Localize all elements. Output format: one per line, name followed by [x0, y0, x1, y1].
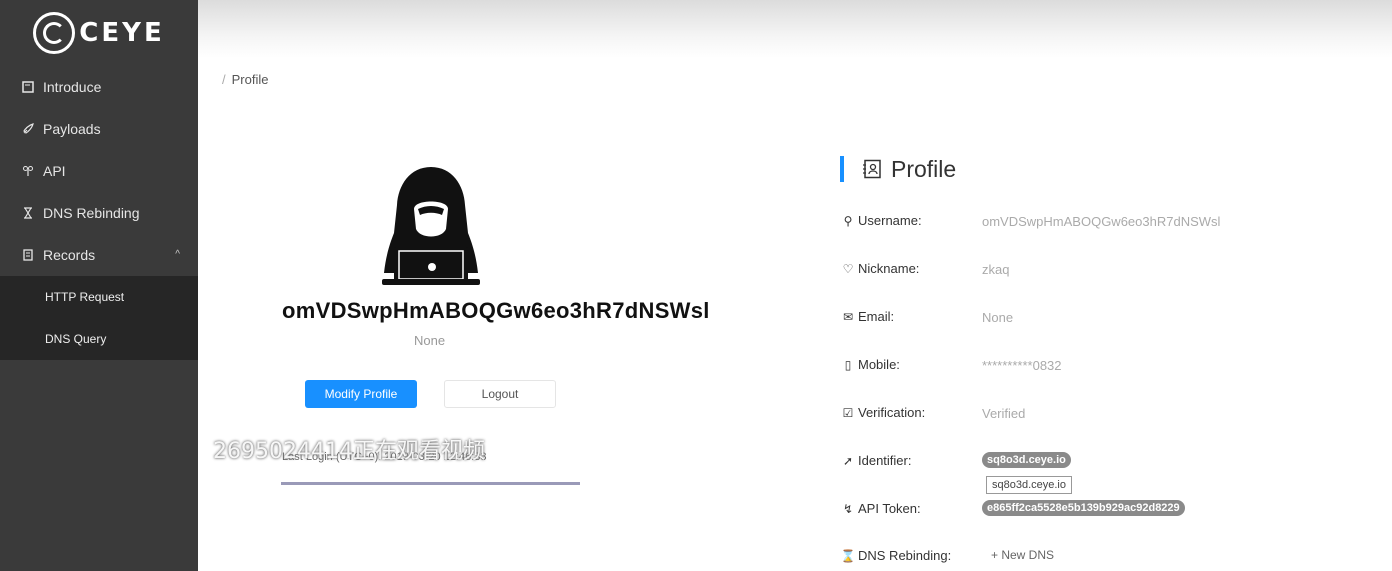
profile-card-icon — [863, 159, 881, 179]
breadcrumb-separator: / — [222, 72, 226, 87]
identifier-value[interactable]: sq8o3d.ceye.io — [982, 452, 1071, 468]
user-icon: ⚲ — [843, 213, 853, 228]
heart-icon: ♡ — [842, 261, 854, 276]
document-icon — [21, 80, 35, 94]
sidebar-item-label: API — [43, 163, 66, 179]
identifier-tooltip: sq8o3d.ceye.io — [986, 476, 1072, 494]
sidebar-item-payloads[interactable]: Payloads — [0, 108, 198, 150]
breadcrumb: / Profile — [222, 72, 268, 87]
sidebar-item-dns-rebinding[interactable]: DNS Rebinding — [0, 192, 198, 234]
verification-label: ☑ Verification: — [842, 405, 926, 420]
email-label: ✉ Email: — [842, 309, 895, 324]
watermark-overlay: 2695024414正在观看视频 — [213, 439, 485, 464]
dns-rebinding-label: ⌛ DNS Rebinding: — [840, 548, 952, 563]
hacker-avatar-icon — [382, 167, 480, 285]
nickname-label: ♡ Nickname: — [842, 261, 920, 276]
key-icon: ↯ — [842, 501, 854, 516]
mobile-value: **********0832 — [982, 358, 1062, 373]
ceye-logo-icon — [33, 12, 76, 54]
sidebar-item-label: DNS Rebinding — [43, 205, 140, 221]
top-header — [198, 0, 1392, 58]
phone-icon: ▯ — [844, 357, 852, 372]
sidebar-item-records[interactable]: Records ^ — [0, 234, 198, 276]
profile-username: omVDSwpHmABOQGw6eo3hR7dNSWsl — [282, 298, 710, 323]
nickname-value: zkaq — [982, 262, 1010, 277]
sidebar-item-label: Records — [43, 247, 96, 263]
hourglass-icon: ⌛ — [840, 548, 856, 563]
mail-icon: ✉ — [842, 309, 854, 324]
profile-nickname: None — [414, 333, 446, 348]
panel-accent-bar — [840, 156, 844, 182]
sidebar-item-introduce[interactable]: Introduce — [0, 66, 198, 108]
email-value: None — [982, 310, 1014, 325]
sidebar-item-dns-query[interactable]: DNS Query — [0, 318, 198, 360]
lock-icon: ☑ — [842, 405, 854, 420]
logo[interactable]: CEYE — [0, 0, 198, 66]
new-dns-button[interactable]: + New DNS — [991, 548, 1054, 562]
modify-profile-button[interactable]: Modify Profile — [305, 380, 417, 408]
api-icon — [21, 164, 35, 178]
hourglass-icon — [21, 206, 35, 220]
records-icon — [21, 248, 35, 262]
logo-text: CEYE — [79, 18, 165, 48]
sidebar-item-label: Introduce — [43, 79, 102, 95]
rocket-icon — [21, 122, 35, 136]
username-label: ⚲ Username: — [841, 213, 922, 228]
panel-title: Profile — [891, 156, 957, 182]
mobile-label: ▯ Mobile: — [841, 357, 900, 372]
rocket-icon: ➚ — [842, 453, 854, 468]
sidebar-item-api[interactable]: API — [0, 150, 198, 192]
login-divider — [281, 482, 580, 485]
identifier-label: ➚ Identifier: — [842, 453, 912, 468]
sidebar: CEYE Introduce Payloads API DNS Rebindin… — [0, 0, 198, 571]
sidebar-item-label: Payloads — [43, 121, 101, 137]
username-value: omVDSwpHmABOQGw6eo3hR7dNSWsl — [982, 214, 1221, 229]
api-token-label: ↯ API Token: — [842, 501, 921, 516]
records-submenu: HTTP Request DNS Query — [0, 276, 198, 360]
chevron-up-icon[interactable]: ^ — [175, 249, 180, 260]
api-token-value[interactable]: e865ff2ca5528e5b139b929ac92d8229 — [982, 500, 1185, 516]
sidebar-item-http-request[interactable]: HTTP Request — [0, 276, 198, 318]
breadcrumb-current[interactable]: Profile — [232, 72, 269, 87]
verification-value: Verified — [982, 406, 1026, 421]
logout-button[interactable]: Logout — [444, 380, 556, 408]
